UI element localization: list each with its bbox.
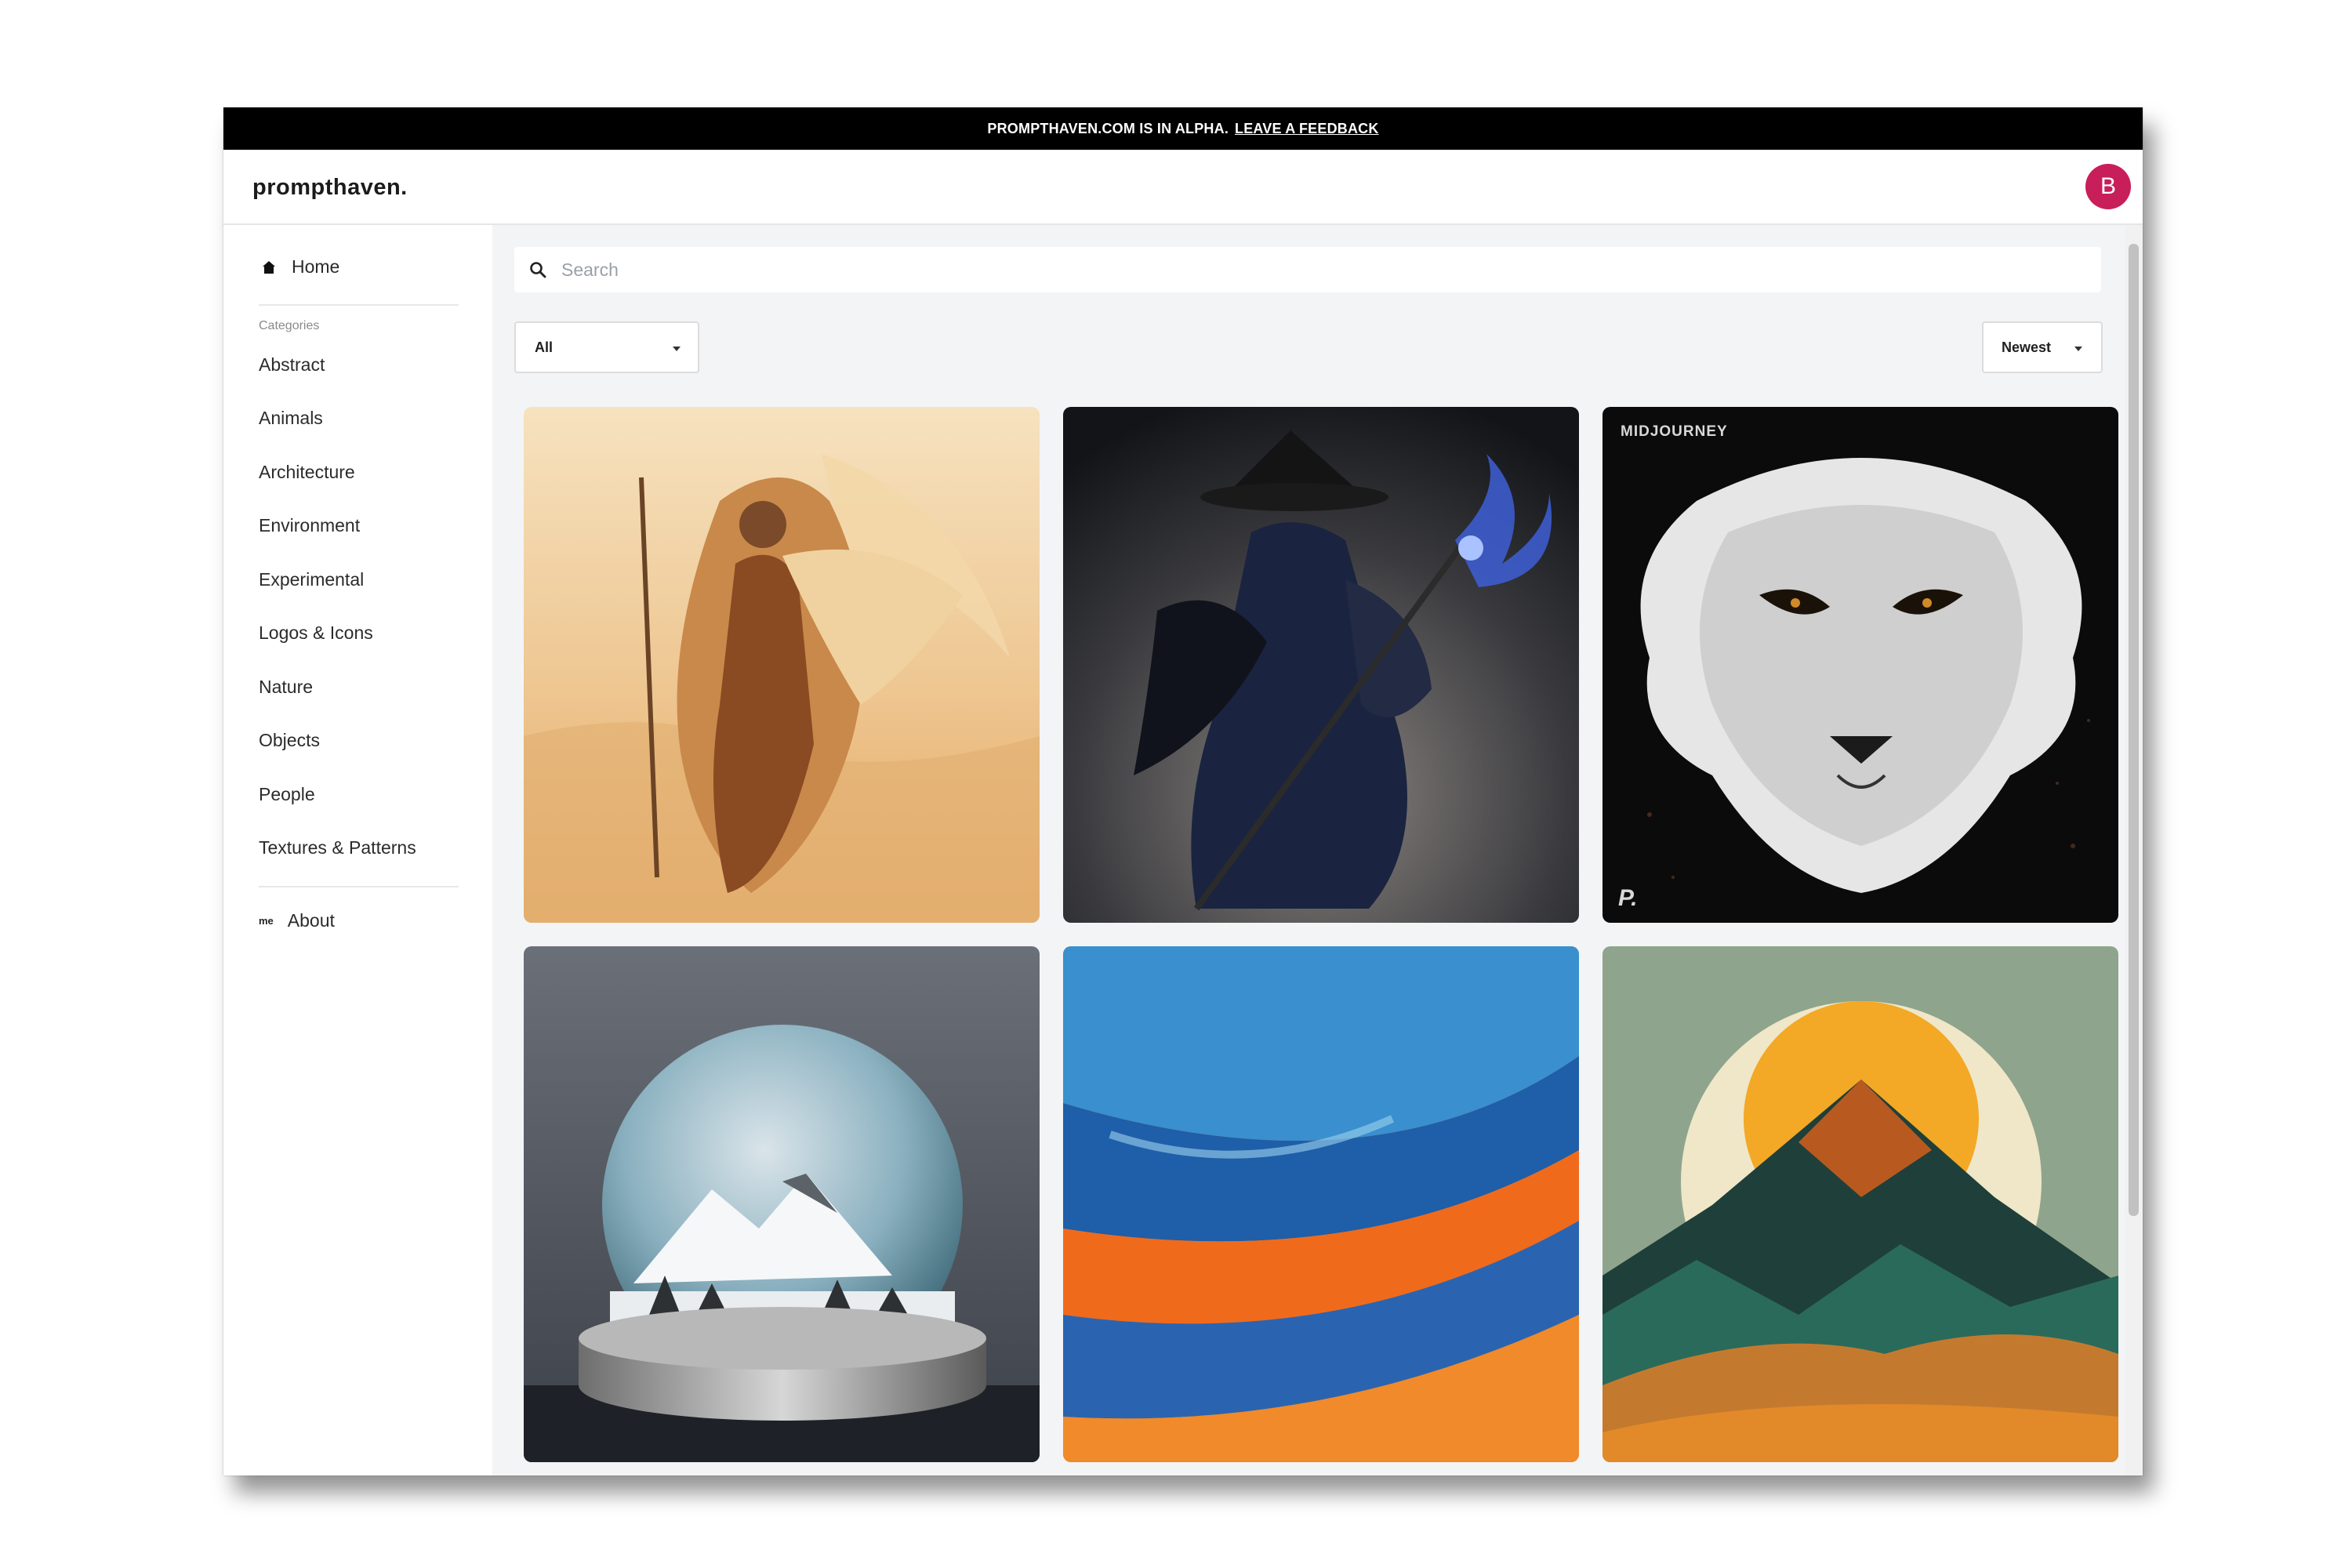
search-bar[interactable]	[514, 247, 2101, 292]
gallery-image-abstract-waves	[1063, 946, 1579, 1462]
category-filter-dropdown[interactable]: All	[514, 321, 699, 373]
sidebar-item-logos-icons[interactable]: Logos & Icons	[259, 622, 373, 644]
site-logo[interactable]: prompthaven.	[252, 175, 408, 201]
sidebar: Home Categories Abstract Animals Archite…	[223, 225, 492, 1475]
vertical-scrollbar[interactable]	[2125, 225, 2143, 1475]
sidebar-item-abstract[interactable]: Abstract	[259, 354, 325, 376]
sidebar-item-label: About	[287, 910, 335, 931]
chevron-down-icon	[673, 347, 681, 351]
sidebar-item-home[interactable]: Home	[261, 256, 339, 278]
sidebar-item-architecture[interactable]: Architecture	[259, 462, 355, 483]
gallery-card[interactable]	[1063, 946, 1579, 1462]
sidebar-item-label: Home	[292, 256, 340, 277]
me-icon: me	[259, 915, 274, 927]
home-icon	[263, 260, 275, 274]
sort-dropdown[interactable]: Newest	[1982, 321, 2103, 373]
sidebar-item-experimental[interactable]: Experimental	[259, 569, 364, 590]
user-avatar[interactable]: B	[2085, 164, 2131, 209]
sidebar-divider	[259, 886, 459, 887]
feedback-link[interactable]: LEAVE A FEEDBACK	[1235, 121, 1379, 137]
gallery-card[interactable]	[1602, 946, 2118, 1462]
sidebar-item-textures-patterns[interactable]: Textures & Patterns	[259, 837, 416, 858]
sidebar-item-objects[interactable]: Objects	[259, 730, 320, 751]
sidebar-item-nature[interactable]: Nature	[259, 677, 313, 698]
gallery-card[interactable]	[1063, 407, 1579, 923]
midjourney-watermark: MIDJOURNEY	[1621, 423, 1728, 440]
sidebar-item-environment[interactable]: Environment	[259, 515, 360, 536]
gallery-image-desert-warrior	[524, 407, 1040, 923]
gallery-image-mountain-sun	[1602, 946, 2118, 1462]
p-logo-badge: P.	[1618, 885, 1638, 911]
chevron-down-icon	[2074, 347, 2082, 351]
alpha-banner: PROMPTHAVEN.COM IS IN ALPHA. LEAVE A FEE…	[223, 107, 2143, 150]
browser-window: PROMPTHAVEN.COM IS IN ALPHA. LEAVE A FEE…	[223, 107, 2143, 1475]
search-input[interactable]	[560, 258, 2053, 281]
search-icon	[530, 262, 546, 278]
sidebar-divider	[259, 304, 459, 306]
gallery-card[interactable]	[524, 407, 1040, 923]
sidebar-item-animals[interactable]: Animals	[259, 408, 323, 429]
filter-selected-value: All	[535, 339, 554, 355]
categories-heading: Categories	[259, 319, 320, 332]
top-navigation: prompthaven. B	[223, 150, 2143, 225]
gallery-card[interactable]: MIDJOURNEY P.	[1602, 407, 2118, 923]
gallery-image-white-lion	[1602, 407, 2118, 923]
gallery-image-dark-sorcerer	[1063, 407, 1579, 923]
banner-text: PROMPTHAVEN.COM IS IN ALPHA.	[987, 120, 1229, 136]
sidebar-item-about[interactable]: me About	[259, 910, 335, 931]
gallery-card[interactable]	[524, 946, 1040, 1462]
sort-selected-value: Newest	[2002, 339, 2052, 355]
sidebar-item-people[interactable]: People	[259, 784, 315, 805]
main-content: All Newest	[492, 225, 2143, 1475]
scrollbar-thumb[interactable]	[2129, 244, 2139, 1216]
gallery-image-snow-globe	[524, 946, 1040, 1462]
